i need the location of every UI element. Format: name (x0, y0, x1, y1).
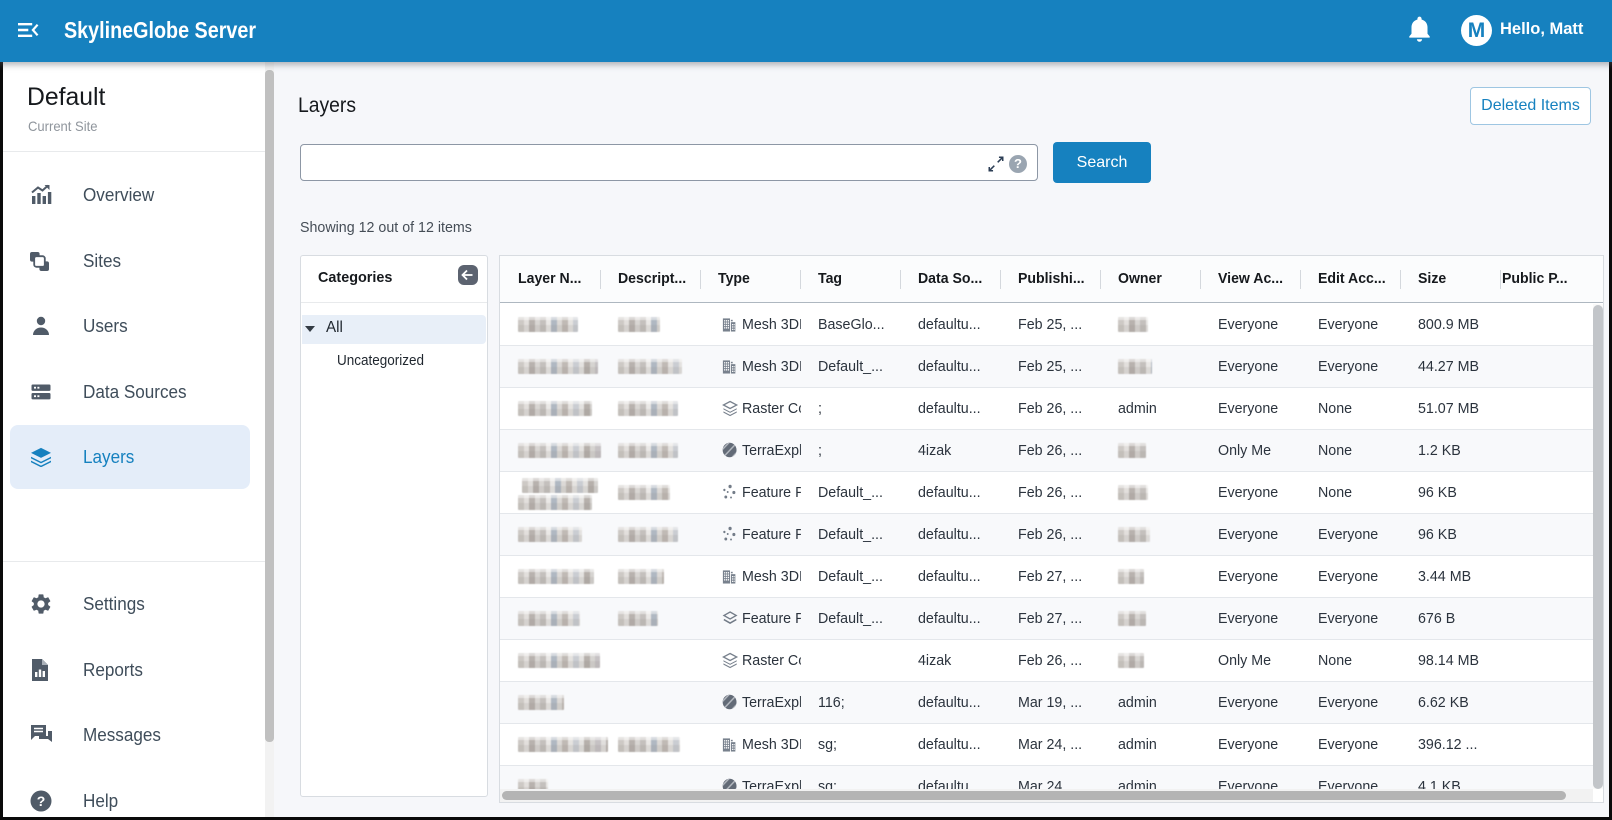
svg-text:?: ? (37, 793, 46, 809)
